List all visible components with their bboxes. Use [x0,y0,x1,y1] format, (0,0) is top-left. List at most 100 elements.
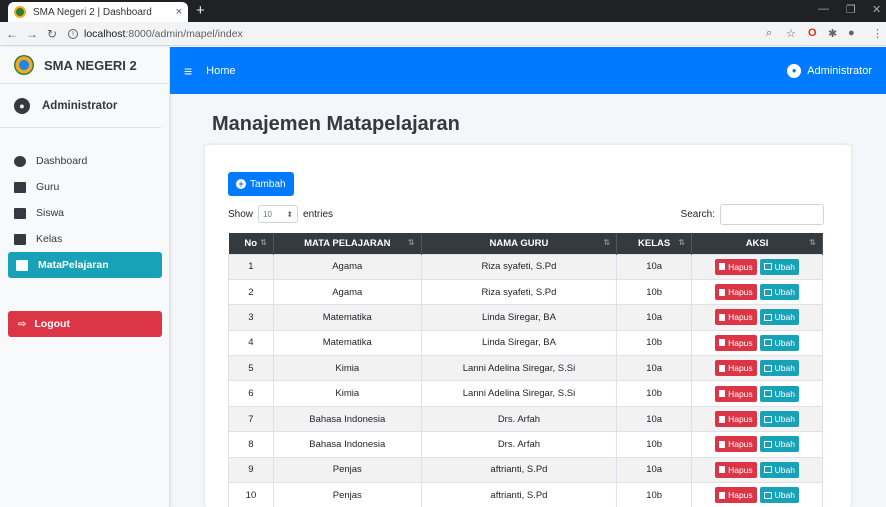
site-info-icon[interactable]: i [68,28,78,39]
delete-button[interactable]: Hapus [715,309,757,326]
column-header-kelas[interactable]: KELAS ⇅ [616,233,693,254]
show-entries: Show 10 ⬍ entries [228,205,333,223]
navbar-user-menu[interactable]: ● Administrator [787,63,872,78]
browser-tab[interactable]: SMA Negeri 2 | Dashboard × [8,2,188,22]
zoom-icon[interactable]: ⌕ [766,27,772,40]
trash-icon [719,415,726,423]
user-name: Administrator [42,99,118,112]
profile-avatar-icon[interactable]: ● [848,27,855,39]
forward-icon[interactable]: → [24,27,40,41]
reload-icon[interactable]: ↻ [44,27,60,41]
edit-button[interactable]: Ubah [759,360,799,377]
search-label: Search: [680,209,715,220]
delete-button[interactable]: Hapus [715,360,757,377]
column-header-no[interactable]: No ⇅ [228,233,274,254]
column-header-aksi[interactable]: AKSI ⇅ [691,233,823,254]
trash-icon [719,288,726,296]
edit-button[interactable]: Ubah [759,436,799,453]
edit-button[interactable]: Ubah [759,411,799,428]
sidebar-item-dashboard[interactable]: Dashboard [14,148,162,174]
trash-icon [719,339,726,347]
browser-menu-icon[interactable]: ⋮ [872,27,883,40]
school-logo-icon [14,55,34,75]
cell-nama-guru: Linda Siregar, BA [420,329,618,357]
column-header-mata-pelajaran[interactable]: MATA PELAJARAN ⇅ [273,233,422,254]
cell-no: 10 [228,482,274,507]
cell-aksi: Hapus Ubah [691,355,823,382]
cell-kelas: 10a [616,456,693,484]
user-panel[interactable]: ● Administrator [0,84,161,128]
hamburger-menu-icon[interactable]: ≡ [184,63,192,79]
edit-button[interactable]: Ubah [759,309,799,326]
logout-button[interactable]: ⇨ Logout [8,311,162,337]
sort-icon: ⇅ [260,237,267,247]
trash-icon [719,313,726,321]
edit-icon [763,364,772,372]
table-row: 10 Penjas aftrianti, S.Pd 10b Hapus Ubah [228,482,823,507]
cell-no: 4 [228,329,274,357]
cell-aksi: Hapus Ubah [691,329,823,357]
cell-kelas: 10b [616,431,693,458]
new-tab-button[interactable]: + [196,2,205,20]
cell-nama-guru: Riza syafeti, S.Pd [420,278,618,306]
brand[interactable]: SMA NEGERI 2 [0,47,169,84]
trash-icon [719,440,726,448]
opera-extension-icon[interactable]: O [808,27,817,39]
minimize-icon[interactable]: — [818,3,829,15]
trash-icon [719,491,726,499]
cell-kelas: 10a [616,405,693,433]
edit-button[interactable]: Ubah [759,284,799,301]
table-row: 8 Bahasa Indonesia Drs. Arfah 10b Hapus Ubah [228,431,823,458]
delete-button[interactable]: Hapus [715,461,757,478]
cell-aksi: Hapus Ubah [691,431,823,458]
cell-nama-guru: Lanni Adelina Siregar, S.Si [420,355,618,382]
table-row: 6 Kimia Lanni Adelina Siregar, S.Si 10b Hapu… [228,380,823,407]
sidebar-item-matapelajaran[interactable]: MataPelajaran [8,252,162,278]
cell-aksi: Hapus Ubah [691,405,823,433]
delete-button[interactable]: Hapus [715,334,757,351]
cell-mata-pelajaran: Penjas [272,456,422,484]
restore-icon[interactable]: ❐ [846,3,856,16]
edit-button[interactable]: Ubah [759,258,799,275]
close-window-icon[interactable]: ✕ [872,3,881,16]
content-card: + Tambah Show 10 ⬍ entries Search: No ⇅ M… [205,145,851,507]
cell-no: 6 [228,380,274,407]
url-field[interactable]: i localhost:8000/admin/mapel/index [68,28,243,40]
bookmark-star-icon[interactable]: ☆ [786,27,796,40]
column-header-nama-guru[interactable]: NAMA GURU ⇅ [421,233,618,254]
nav-home-link[interactable]: Home [206,65,235,77]
search-input[interactable] [720,204,824,225]
address-bar: ← → ↻ i localhost:8000/admin/mapel/index… [0,22,886,46]
tab-close-icon[interactable]: × [176,6,182,18]
extensions-puzzle-icon[interactable]: ✱ [828,27,837,40]
delete-button[interactable]: Hapus [715,411,757,428]
add-button[interactable]: + Tambah [228,172,294,196]
cell-nama-guru: Drs. Arfah [420,405,618,433]
delete-button[interactable]: Hapus [715,436,757,453]
user-circle-icon: ● [787,63,802,78]
cell-mata-pelajaran: Kimia [272,355,422,382]
edit-button[interactable]: Ubah [759,487,799,504]
edit-icon [763,263,772,271]
cell-kelas: 10b [616,380,693,407]
edit-icon [763,390,772,398]
delete-button[interactable]: Hapus [715,284,757,301]
sort-icon: ⇅ [809,237,816,247]
back-icon[interactable]: ← [4,27,20,41]
delete-button[interactable]: Hapus [715,258,757,275]
delete-button[interactable]: Hapus [715,385,757,402]
cell-mata-pelajaran: Agama [272,253,422,280]
entries-select[interactable]: 10 ⬍ [258,205,299,223]
table-row: 3 Matematika Linda Siregar, BA 10a Hapus Ubah [228,304,823,331]
add-button-label: Tambah [250,178,286,190]
tab-title: SMA Negeri 2 | Dashboard [33,6,152,18]
edit-button[interactable]: Ubah [759,334,799,351]
sidebar-item-kelas[interactable]: Kelas [14,226,162,252]
sidebar-item-siswa[interactable]: Siswa [14,200,162,226]
edit-button[interactable]: Ubah [759,461,799,478]
sidebar-item-guru[interactable]: Guru [14,174,162,200]
edit-button[interactable]: Ubah [759,385,799,402]
cell-nama-guru: Lanni Adelina Siregar, S.Si [420,380,618,407]
delete-button[interactable]: Hapus [715,487,757,504]
cell-mata-pelajaran: Matematika [272,304,422,331]
